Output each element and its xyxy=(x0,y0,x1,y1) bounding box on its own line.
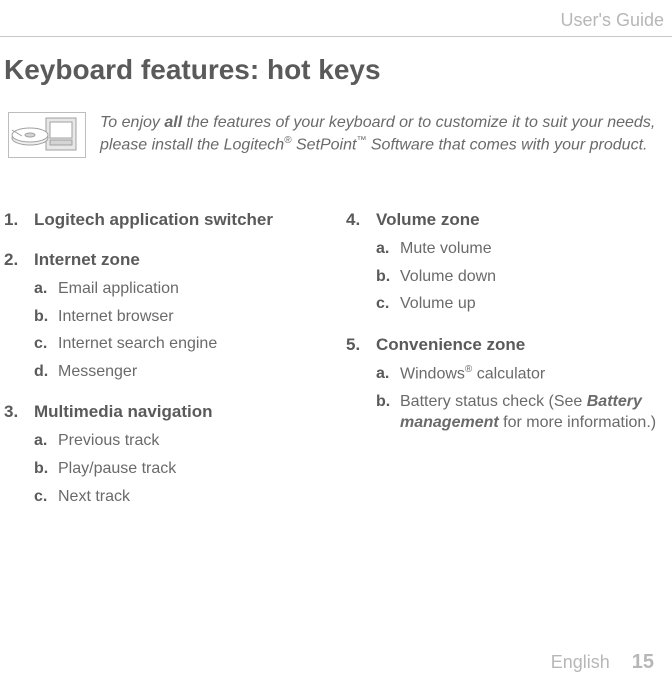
footer-language: English xyxy=(551,652,610,673)
section-number: 2. xyxy=(4,250,34,270)
item-text: Messenger xyxy=(58,361,137,383)
item-letter: d. xyxy=(34,361,58,383)
item-letter: c. xyxy=(34,486,58,508)
section-title: Multimedia navigation xyxy=(34,402,213,422)
item-text: Next track xyxy=(58,486,130,508)
content-columns: 1. Logitech application switcher 2. Inte… xyxy=(4,210,668,527)
list-item: a. Windows® calculator xyxy=(376,363,668,385)
section-title: Volume zone xyxy=(376,210,480,230)
item-text: Internet search engine xyxy=(58,333,217,355)
section-4: 4. Volume zone a. Mute volume b. Volume … xyxy=(346,210,668,315)
left-column: 1. Logitech application switcher 2. Inte… xyxy=(4,210,326,527)
intro-text-post3: Software that comes with your product. xyxy=(366,136,647,153)
item-letter: b. xyxy=(376,266,400,288)
section-title: Internet zone xyxy=(34,250,140,270)
section-title: Convenience zone xyxy=(376,335,525,355)
item-text: Battery status check (See Battery manage… xyxy=(400,391,668,434)
intro-text-strong: all xyxy=(164,114,182,131)
section-5: 5. Convenience zone a. Windows® calculat… xyxy=(346,335,668,434)
document-type-label: User's Guide xyxy=(561,10,664,31)
item-letter: c. xyxy=(34,333,58,355)
list-item: a. Mute volume xyxy=(376,238,668,260)
item-text: Internet browser xyxy=(58,306,174,328)
section-number: 3. xyxy=(4,402,34,422)
computer-illustration-icon xyxy=(8,112,86,158)
intro-text-post2: SetPoint xyxy=(292,136,357,153)
section-number: 5. xyxy=(346,335,376,355)
list-item: b. Volume down xyxy=(376,266,668,288)
section-number: 4. xyxy=(346,210,376,230)
intro-text: To enjoy all the features of your keyboa… xyxy=(100,112,658,156)
item-letter: a. xyxy=(376,238,400,260)
intro-block: To enjoy all the features of your keyboa… xyxy=(8,112,658,158)
item-text: Previous track xyxy=(58,430,159,452)
intro-text-tm: ™ xyxy=(356,135,366,146)
item-letter: c. xyxy=(376,293,400,315)
page-title: Keyboard features: hot keys xyxy=(4,54,381,86)
item-text: Email application xyxy=(58,278,179,300)
header-divider xyxy=(0,36,672,37)
item-text: Volume up xyxy=(400,293,476,315)
item-letter: b. xyxy=(34,306,58,328)
intro-text-pre: To enjoy xyxy=(100,114,164,131)
section-3: 3. Multimedia navigation a. Previous tra… xyxy=(4,402,326,507)
item-letter: b. xyxy=(34,458,58,480)
list-item: b. Internet browser xyxy=(34,306,326,328)
list-item: a. Previous track xyxy=(34,430,326,452)
item-letter: a. xyxy=(34,430,58,452)
section-1: 1. Logitech application switcher xyxy=(4,210,326,230)
page: User's Guide Keyboard features: hot keys… xyxy=(0,0,672,688)
list-item: c. Next track xyxy=(34,486,326,508)
item-letter: a. xyxy=(34,278,58,300)
right-column: 4. Volume zone a. Mute volume b. Volume … xyxy=(346,210,668,527)
footer-page-number: 15 xyxy=(632,651,654,674)
section-title: Logitech application switcher xyxy=(34,210,273,230)
list-item: b. Battery status check (See Battery man… xyxy=(376,391,668,434)
item-letter: a. xyxy=(376,363,400,385)
page-footer: English 15 xyxy=(551,651,654,674)
item-letter: b. xyxy=(376,391,400,413)
item-text: Mute volume xyxy=(400,238,492,260)
list-item: d. Messenger xyxy=(34,361,326,383)
section-2: 2. Internet zone a. Email application b.… xyxy=(4,250,326,382)
intro-text-reg: ® xyxy=(284,135,291,146)
list-item: c. Internet search engine xyxy=(34,333,326,355)
item-text: Windows® calculator xyxy=(400,363,545,385)
list-item: b. Play/pause track xyxy=(34,458,326,480)
section-number: 1. xyxy=(4,210,34,230)
list-item: a. Email application xyxy=(34,278,326,300)
item-text: Volume down xyxy=(400,266,496,288)
item-text: Play/pause track xyxy=(58,458,176,480)
list-item: c. Volume up xyxy=(376,293,668,315)
